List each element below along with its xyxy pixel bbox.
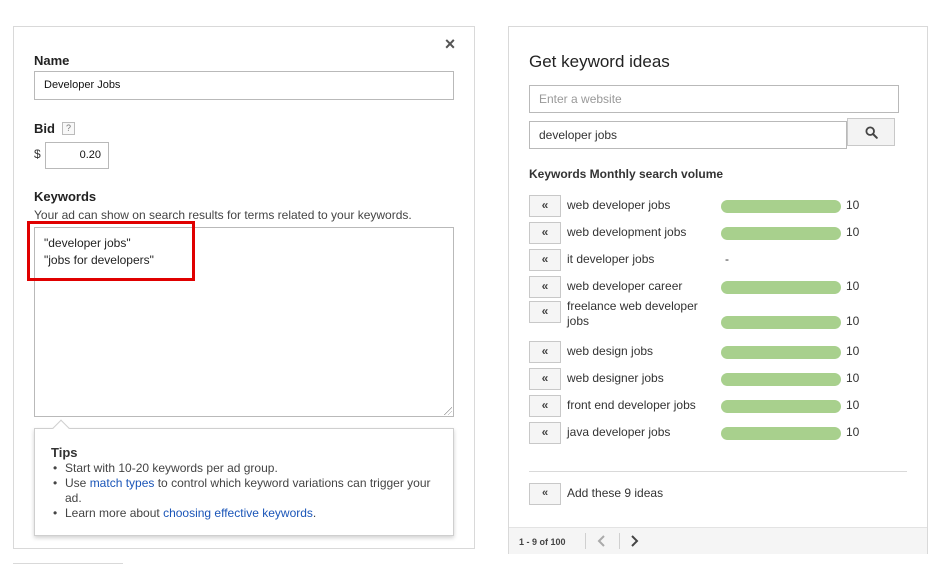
pagination-count: 1 - 9 of 100 <box>519 537 566 547</box>
keyword-ideas-panel: Get keyword ideas Enter a website develo… <box>508 26 928 554</box>
search-volume-value: 10 <box>846 198 860 212</box>
search-volume-value: 10 <box>846 279 860 293</box>
chevron-right-icon[interactable] <box>627 532 641 550</box>
search-volume-bar <box>721 400 841 413</box>
keyword-idea-text: java developer jobs <box>567 425 671 439</box>
search-volume-bar <box>721 316 841 329</box>
search-volume-value: 10 <box>846 314 860 328</box>
choosing-effective-keywords-link[interactable]: choosing effective keywords <box>163 506 313 520</box>
add-keyword-button[interactable]: « <box>529 368 561 390</box>
keyword-idea-text: web design jobs <box>567 344 654 358</box>
website-input[interactable]: Enter a website <box>529 85 899 113</box>
keyword-idea-text: freelance web developer jobs <box>567 299 698 328</box>
search-volume-value: 10 <box>846 398 860 412</box>
tip-item: Use match types to control which keyword… <box>51 476 437 506</box>
name-input[interactable]: Developer Jobs <box>34 71 454 100</box>
tips-pointer <box>52 419 70 437</box>
keyword-idea-text: front end developer jobs <box>567 398 696 412</box>
search-volume-bar <box>721 227 841 240</box>
keyword-idea-text: web development jobs <box>567 225 687 239</box>
add-keyword-button[interactable]: « <box>529 222 561 244</box>
search-volume-value: 10 <box>846 225 860 239</box>
bid-input[interactable]: 0.20 <box>45 142 109 169</box>
divider <box>529 471 907 472</box>
search-volume-value: 10 <box>846 425 860 439</box>
column-header: Keywords Monthly search volume <box>529 167 724 181</box>
add-keyword-button[interactable]: « <box>529 276 561 298</box>
divider <box>13 563 123 564</box>
tip-item: Learn more about choosing effective keyw… <box>51 506 437 521</box>
close-icon[interactable]: × <box>441 35 459 53</box>
add-all-label: Add these 9 ideas <box>567 486 664 500</box>
tips-list: Start with 10-20 keywords per ad group. … <box>51 461 437 521</box>
search-volume-value: 10 <box>846 344 860 358</box>
tip-item: Start with 10-20 keywords per ad group. <box>51 461 437 476</box>
add-keyword-button[interactable]: « <box>529 341 561 363</box>
chevron-left-icon[interactable] <box>595 532 609 550</box>
search-button[interactable] <box>847 118 895 146</box>
search-volume-bar <box>721 427 841 440</box>
keywords-textarea[interactable]: "developer jobs" "jobs for developers" <box>34 227 454 417</box>
keyword-idea-text: web developer career <box>567 279 683 293</box>
keywords-description: Your ad can show on search results for t… <box>34 208 412 222</box>
search-volume-bar <box>721 346 841 359</box>
name-label: Name <box>34 53 70 68</box>
search-volume-value: 10 <box>846 371 860 385</box>
add-keyword-button[interactable]: « <box>529 395 561 417</box>
panel-title: Get keyword ideas <box>529 52 670 71</box>
add-keyword-button[interactable]: « <box>529 249 561 271</box>
add-keyword-button[interactable]: « <box>529 422 561 444</box>
pager-separator <box>585 533 586 549</box>
search-volume-bar <box>721 200 841 213</box>
add-all-button[interactable]: « <box>529 483 561 505</box>
keyword-search-input[interactable]: developer jobs <box>529 121 847 149</box>
add-keyword-button[interactable]: « <box>529 301 561 323</box>
keyword-line: "developer jobs" <box>44 236 131 250</box>
keyword-idea-text: it developer jobs <box>567 252 655 266</box>
add-keyword-button[interactable]: « <box>529 195 561 217</box>
keywords-label: Keywords <box>34 189 97 204</box>
match-types-link[interactable]: match types <box>90 476 155 490</box>
keyword-idea-text: web designer jobs <box>567 371 664 385</box>
search-volume-bar <box>721 373 841 386</box>
resize-handle-icon[interactable] <box>444 407 452 415</box>
pager-separator <box>619 533 620 549</box>
bid-label: Bid <box>34 121 55 136</box>
search-icon <box>864 125 878 139</box>
ad-group-editor-panel: × Name Developer Jobs Bid ? $ 0.20 Keywo… <box>13 26 475 549</box>
tips-title: Tips <box>51 445 78 460</box>
keyword-idea-text: web developer jobs <box>567 198 671 212</box>
currency-symbol: $ <box>34 147 41 161</box>
search-volume-value: - <box>725 252 729 266</box>
tips-box: Tips Start with 10-20 keywords per ad gr… <box>34 419 454 536</box>
help-icon[interactable]: ? <box>62 122 75 135</box>
pagination-bar: 1 - 9 of 100 <box>509 527 927 554</box>
search-volume-bar <box>721 281 841 294</box>
keyword-line: "jobs for developers" <box>44 253 154 267</box>
